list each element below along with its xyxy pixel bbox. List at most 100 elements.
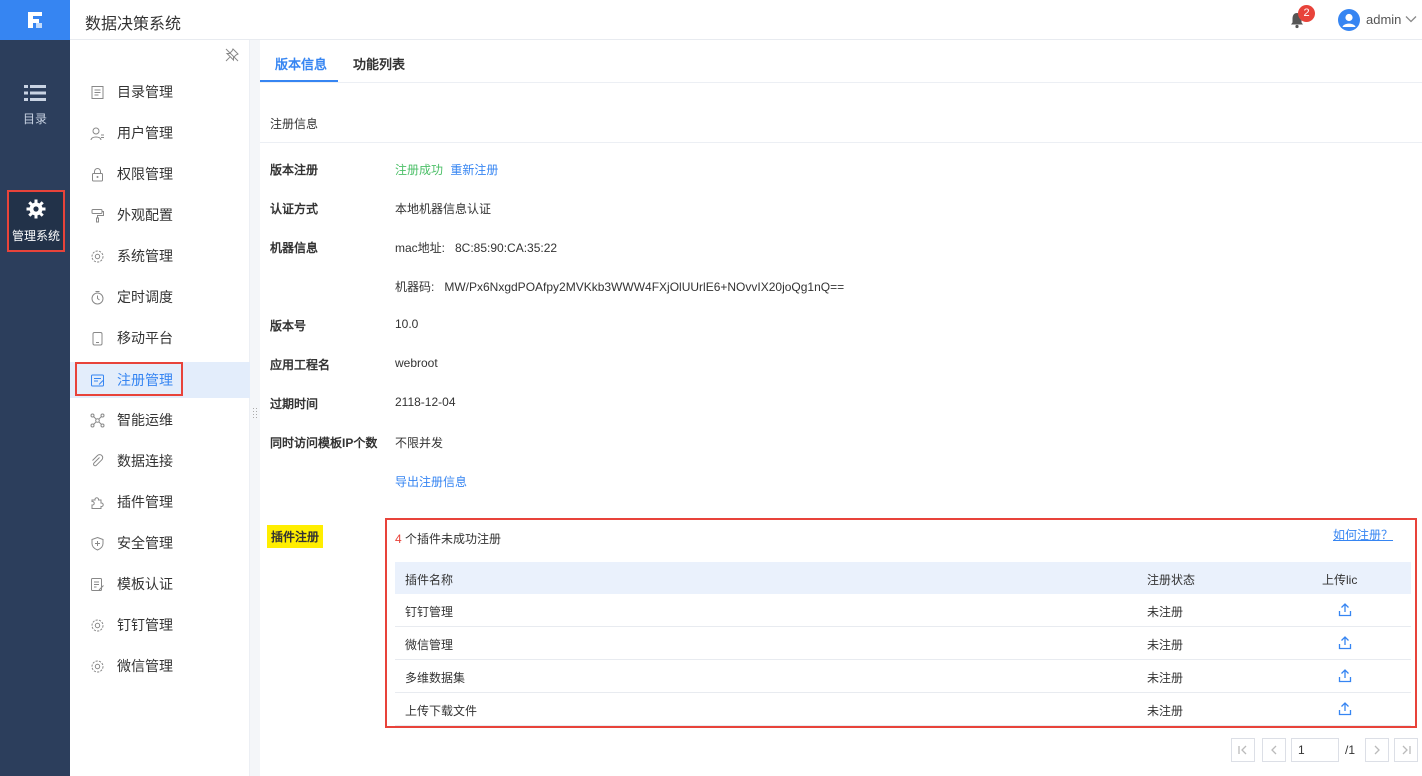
sidebar-item-10[interactable]: 数据连接 — [70, 443, 250, 479]
nav-catalog-label: 目录 — [22, 112, 47, 126]
column-header-plugin-name: 插件名称 — [405, 573, 454, 587]
machine-code: 机器码: MW/Px6NxgdPOAfpy2MVKkb3WWW4FXjOlUUr… — [395, 280, 845, 294]
plugin-table: 插件名称 注册状态 上传lic 钉钉管理 未注册 微信管理 未注册 多维数据集 未注册 上传… — [395, 562, 1411, 726]
auth-method-value: 本地机器信息认证 — [395, 202, 492, 216]
notification-badge: 2 — [1298, 5, 1315, 22]
user-name[interactable]: admin — [1366, 12, 1401, 27]
sidebar-item-label: 安全管理 — [117, 535, 173, 551]
plugin-name: 钉钉管理 — [405, 605, 454, 619]
upload-icon[interactable] — [1338, 602, 1352, 617]
primary-nav: 目录 管理系统 — [0, 40, 70, 776]
sidebar-item-2[interactable]: 用户管理 — [70, 115, 250, 151]
prev-page-button[interactable] — [1262, 738, 1286, 762]
first-page-button[interactable] — [1231, 738, 1255, 762]
table-row: 微信管理 未注册 — [395, 627, 1411, 660]
last-page-button[interactable] — [1394, 738, 1418, 762]
column-header-upload: 上传lic — [1322, 573, 1358, 587]
app-name-value: webroot — [395, 356, 438, 370]
chevron-down-icon[interactable] — [1405, 14, 1417, 24]
shield-icon — [90, 536, 105, 551]
sidebar-item-7[interactable]: 移动平台 — [70, 320, 250, 356]
first-page-icon — [1238, 745, 1247, 755]
plugin-register-panel: 4 个插件未成功注册 如何注册？ 插件名称 注册状态 上传lic 钉钉管理 未注册… — [385, 518, 1417, 728]
version-register-label: 版本注册 — [270, 163, 319, 177]
user-icon — [90, 126, 105, 141]
sidebar-item-label: 钉钉管理 — [117, 617, 173, 633]
link-icon — [90, 453, 105, 469]
sidebar-item-5[interactable]: 系统管理 — [70, 238, 250, 274]
sidebar-item-label: 微信管理 — [117, 658, 173, 674]
list-icon — [24, 85, 46, 101]
active-tab-indicator — [260, 80, 338, 82]
template-icon — [90, 577, 105, 592]
upload-icon[interactable] — [1338, 635, 1352, 650]
sidebar-item-14[interactable]: 钉钉管理 — [70, 607, 250, 643]
nav-catalog[interactable]: 目录 — [0, 84, 70, 127]
plugin-name: 微信管理 — [405, 638, 454, 652]
sidebar-item-13[interactable]: 模板认证 — [70, 566, 250, 602]
sidebar-item-label: 系统管理 — [117, 248, 173, 264]
sidebar-item-1[interactable]: 目录管理 — [70, 74, 250, 110]
upload-icon[interactable] — [1338, 668, 1352, 683]
next-page-button[interactable] — [1365, 738, 1389, 762]
app-logo[interactable] — [0, 0, 70, 40]
divider — [260, 142, 1422, 143]
version-register-value: 注册成功 重新注册 — [395, 161, 498, 178]
total-pages: /1 — [1345, 743, 1356, 757]
unregistered-text: 个插件未成功注册 — [401, 532, 502, 546]
plugin-status: 未注册 — [1147, 671, 1184, 685]
sidebar-item-label: 外观配置 — [117, 207, 173, 223]
secondary-menu: 目录管理用户管理权限管理外观配置系统管理定时调度移动平台注册管理智能运维数据连接… — [70, 40, 250, 776]
plugin-register-label: 插件注册 — [267, 525, 324, 548]
sidebar-item-label: 权限管理 — [117, 166, 173, 182]
app-name-label: 应用工程名 — [270, 358, 331, 372]
reregister-link[interactable]: 重新注册 — [450, 163, 498, 177]
mac-address: mac地址: 8C:85:90:CA:35:22 — [395, 241, 558, 255]
top-header: 数据决策系统 2 admin — [0, 0, 1422, 40]
tab-version-info[interactable]: 版本信息 — [275, 54, 327, 73]
timer-icon — [90, 290, 105, 305]
sidebar-item-15[interactable]: 微信管理 — [70, 648, 250, 684]
plugin-status: 未注册 — [1147, 704, 1184, 718]
page-number-input[interactable]: 1 — [1291, 738, 1339, 762]
plugin-name: 上传下载文件 — [405, 704, 478, 718]
sidebar-item-8[interactable]: 注册管理 — [70, 362, 250, 398]
sidebar-item-12[interactable]: 安全管理 — [70, 525, 250, 561]
gear-icon — [90, 618, 105, 633]
how-to-register-link[interactable]: 如何注册？ — [1333, 526, 1393, 543]
last-page-icon — [1402, 745, 1411, 755]
sidebar-item-label: 移动平台 — [117, 330, 173, 346]
table-row: 上传下载文件 未注册 — [395, 693, 1411, 726]
expire-value: 2118-12-04 — [395, 395, 456, 409]
avatar[interactable] — [1338, 9, 1360, 31]
gear-icon — [90, 249, 105, 264]
register-status: 注册成功 — [395, 163, 444, 177]
sidebar-item-label: 数据连接 — [117, 453, 173, 469]
plugin-name: 多维数据集 — [405, 671, 466, 685]
sidebar-item-label: 模板认证 — [117, 576, 173, 592]
gear-icon — [90, 659, 105, 674]
app-title: 数据决策系统 — [85, 16, 182, 33]
sidebar-item-3[interactable]: 权限管理 — [70, 156, 250, 192]
nav-manage-system[interactable]: 管理系统 — [7, 190, 65, 252]
unregistered-number: 4 — [395, 532, 402, 546]
sidebar-item-9[interactable]: 智能运维 — [70, 402, 250, 438]
sidebar-item-4[interactable]: 外观配置 — [70, 197, 250, 233]
pin-icon[interactable] — [225, 48, 239, 62]
table-row: 多维数据集 未注册 — [395, 660, 1411, 693]
chevron-left-icon — [1271, 745, 1277, 755]
export-register-link[interactable]: 导出注册信息 — [395, 473, 467, 490]
user-avatar-icon — [1342, 13, 1356, 27]
tab-function-list[interactable]: 功能列表 — [353, 54, 405, 73]
concurrent-ip-label: 同时访问模板IP个数 — [270, 436, 378, 450]
sidebar-item-6[interactable]: 定时调度 — [70, 279, 250, 315]
sidebar-item-11[interactable]: 插件管理 — [70, 484, 250, 520]
auth-method-label: 认证方式 — [270, 202, 319, 216]
tab-bar: 版本信息 功能列表 — [260, 40, 1422, 83]
sidebar-item-label: 插件管理 — [117, 494, 173, 510]
mobile-icon — [90, 331, 105, 346]
resize-handle[interactable] — [252, 407, 258, 421]
upload-icon[interactable] — [1338, 701, 1352, 716]
sidebar-item-label: 智能运维 — [117, 412, 173, 428]
sidebar-item-label: 用户管理 — [117, 125, 173, 141]
